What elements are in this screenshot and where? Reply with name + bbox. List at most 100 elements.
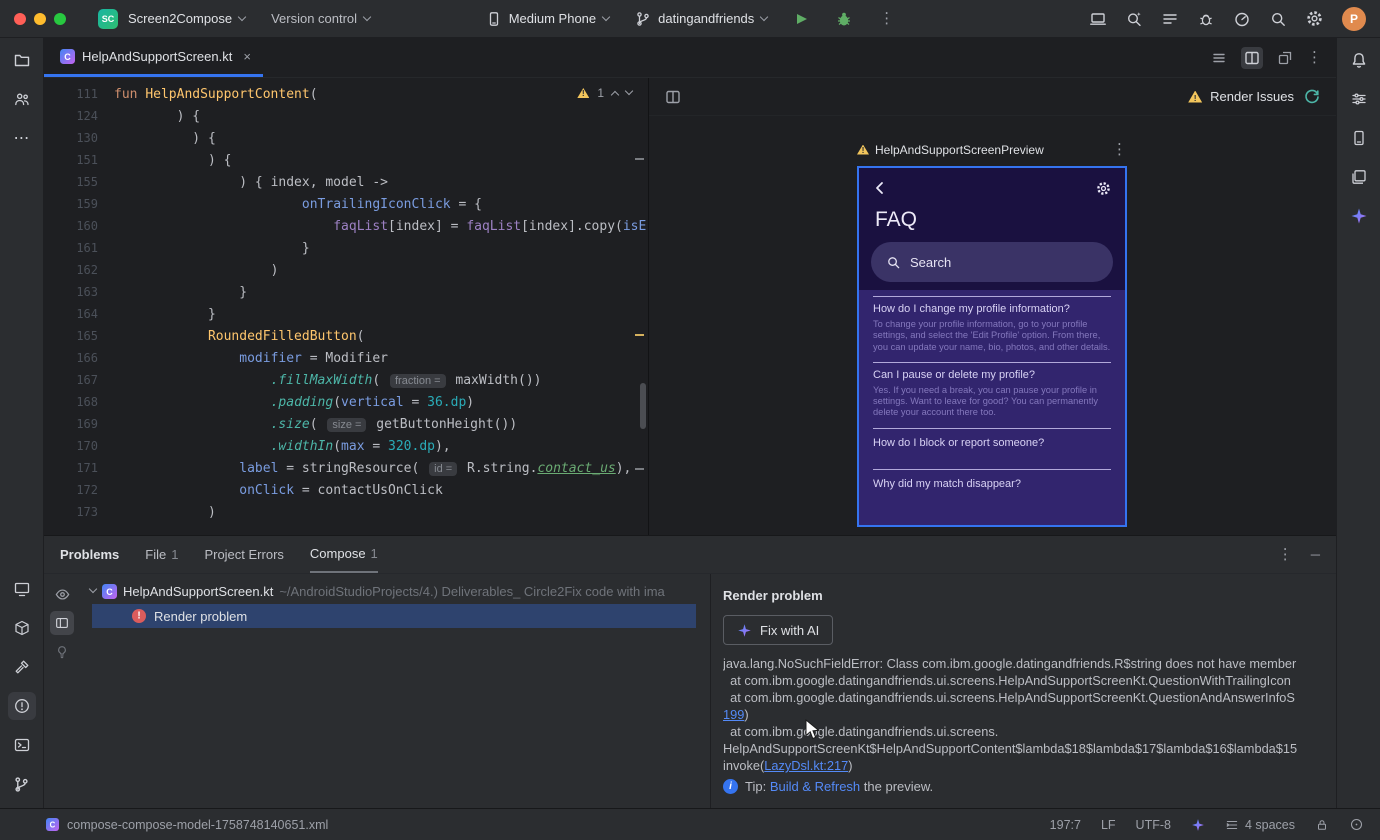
- code-line[interactable]: 160 faqList[index] = faqList[index].copy(…: [44, 215, 648, 237]
- project-selector[interactable]: Screen2Compose: [128, 11, 247, 26]
- phone-preview[interactable]: FAQ Search How do I change my profile in…: [857, 166, 1127, 527]
- split-editor-icon[interactable]: [1241, 46, 1263, 69]
- resource-manager-tool-icon[interactable]: [1345, 163, 1373, 191]
- next-issue-icon[interactable]: [624, 86, 634, 96]
- gradle-tool-icon[interactable]: [1345, 85, 1373, 113]
- indent-widget[interactable]: 4 spaces: [1225, 818, 1295, 832]
- detach-editor-icon[interactable]: [1277, 50, 1293, 66]
- code-line[interactable]: 167 .fillMaxWidth( fraction = maxWidth()): [44, 369, 648, 391]
- profiler-icon[interactable]: [1233, 10, 1251, 28]
- search-everywhere-icon[interactable]: [1269, 10, 1287, 28]
- line-number[interactable]: 171: [44, 461, 114, 475]
- zoom-window-button[interactable]: [54, 12, 66, 25]
- tab-file[interactable]: File 1: [145, 536, 178, 573]
- code-line[interactable]: 111 fun HelpAndSupportContent(: [44, 83, 648, 105]
- line-number[interactable]: 162: [44, 263, 114, 277]
- terminal-tool-icon[interactable]: [8, 731, 36, 759]
- editor-scrollbar[interactable]: [640, 383, 646, 429]
- build-refresh-icon[interactable]: [1304, 89, 1320, 105]
- code-line[interactable]: 164}: [44, 303, 648, 325]
- code-line[interactable]: 161}: [44, 237, 648, 259]
- stripe-mark[interactable]: [635, 158, 644, 160]
- code-editor[interactable]: 111 fun HelpAndSupportContent(124) {130) …: [44, 78, 648, 535]
- tab-project-errors[interactable]: Project Errors: [204, 536, 283, 573]
- project-tool-icon[interactable]: [8, 46, 36, 74]
- run-more-actions-button[interactable]: ⋮: [879, 11, 894, 26]
- editor-more-icon[interactable]: ⋮: [1307, 50, 1322, 65]
- code-line[interactable]: 162): [44, 259, 648, 281]
- gemini-star-icon[interactable]: [1345, 202, 1373, 230]
- line-number[interactable]: 172: [44, 483, 114, 497]
- editor-list-icon[interactable]: [1211, 50, 1227, 66]
- code-line[interactable]: 151) {: [44, 149, 648, 171]
- settings-gear-icon[interactable]: [1305, 9, 1324, 28]
- code-line[interactable]: 165 RoundedFilledButton(: [44, 325, 648, 347]
- stripe-mark[interactable]: [635, 468, 644, 470]
- fix-with-ai-button[interactable]: Fix with AI: [723, 615, 834, 645]
- code-line[interactable]: 130) {: [44, 127, 648, 149]
- run-button[interactable]: [793, 11, 809, 27]
- ai-sparkle-icon[interactable]: [1191, 818, 1205, 832]
- code-line[interactable]: 124) {: [44, 105, 648, 127]
- lock-icon[interactable]: [1315, 818, 1329, 832]
- preview-more-icon[interactable]: ⋮: [1112, 142, 1127, 157]
- line-number[interactable]: 173: [44, 505, 114, 519]
- running-devices-tool-icon[interactable]: [8, 575, 36, 603]
- line-number[interactable]: 169: [44, 417, 114, 431]
- line-number[interactable]: 167: [44, 373, 114, 387]
- line-number[interactable]: 163: [44, 285, 114, 299]
- line-number[interactable]: 124: [44, 109, 114, 123]
- line-number[interactable]: 159: [44, 197, 114, 211]
- preview-canvas[interactable]: HelpAndSupportScreenPreview ⋮ FAQ: [649, 116, 1336, 535]
- code-line[interactable]: 155) { index, model ->: [44, 171, 648, 193]
- logcat-icon[interactable]: [1161, 10, 1179, 28]
- file-encoding[interactable]: UTF-8: [1136, 818, 1171, 832]
- tab-compose[interactable]: Compose 1: [309, 536, 378, 573]
- preview-layout-icon[interactable]: [665, 89, 681, 105]
- status-indicator-icon[interactable]: [1349, 817, 1364, 832]
- vcs-menu[interactable]: Version control: [271, 11, 372, 26]
- device-manager-tool-icon[interactable]: [1345, 124, 1373, 152]
- code-line[interactable]: 169 .size( size = getButtonHeight()): [44, 413, 648, 435]
- notifications-bell-icon[interactable]: [1345, 46, 1373, 74]
- code-line[interactable]: 168 .padding(vertical = 36.dp): [44, 391, 648, 413]
- branch-selector[interactable]: datingandfriends: [635, 11, 769, 27]
- line-number[interactable]: 111: [44, 87, 114, 101]
- users-tool-icon[interactable]: [8, 85, 36, 113]
- editor-tab[interactable]: C HelpAndSupportScreen.kt ×: [44, 38, 263, 77]
- line-number[interactable]: 164: [44, 307, 114, 321]
- line-number[interactable]: 165: [44, 329, 114, 343]
- stack-link[interactable]: LazyDsl.kt:217: [764, 758, 848, 773]
- code-line[interactable]: 163}: [44, 281, 648, 303]
- prev-issue-icon[interactable]: [610, 90, 620, 100]
- close-tab-icon[interactable]: ×: [243, 49, 251, 64]
- line-number[interactable]: 168: [44, 395, 114, 409]
- line-separator[interactable]: LF: [1101, 818, 1116, 832]
- tree-problem-row[interactable]: Render problem: [92, 604, 696, 628]
- build-refresh-link[interactable]: Build & Refresh: [770, 779, 860, 794]
- device-selector[interactable]: Medium Phone: [486, 11, 611, 27]
- code-line[interactable]: 172 onClick = contactUsOnClick: [44, 479, 648, 501]
- stripe-warning-mark[interactable]: [635, 334, 644, 336]
- line-number[interactable]: 166: [44, 351, 114, 365]
- quickfix-bulb-icon[interactable]: [50, 640, 74, 664]
- device-explorer-tool-icon[interactable]: [8, 614, 36, 642]
- render-issues-button[interactable]: Render Issues: [1188, 89, 1294, 104]
- build-tool-icon[interactable]: [8, 653, 36, 681]
- ai-search-icon[interactable]: [1125, 10, 1143, 28]
- line-number[interactable]: 130: [44, 131, 114, 145]
- code-line[interactable]: 171 label = stringResource( id = R.string…: [44, 457, 648, 479]
- version-control-tool-icon[interactable]: [8, 770, 36, 798]
- details-view-icon[interactable]: [50, 611, 74, 635]
- line-number[interactable]: 170: [44, 439, 114, 453]
- more-tool-windows-icon[interactable]: ⋯: [8, 124, 36, 152]
- line-number[interactable]: 155: [44, 175, 114, 189]
- panel-minimize-icon[interactable]: ─: [1311, 547, 1320, 562]
- tree-file-row[interactable]: C HelpAndSupportScreen.kt ~/AndroidStudi…: [80, 580, 710, 602]
- debug-button[interactable]: [835, 10, 853, 28]
- panel-more-icon[interactable]: ⋮: [1278, 547, 1293, 562]
- caret-position[interactable]: 197:7: [1050, 818, 1081, 832]
- running-devices-icon[interactable]: [1089, 10, 1107, 28]
- code-line[interactable]: 159 onTrailingIconClick = {: [44, 193, 648, 215]
- code-line[interactable]: 173): [44, 501, 648, 523]
